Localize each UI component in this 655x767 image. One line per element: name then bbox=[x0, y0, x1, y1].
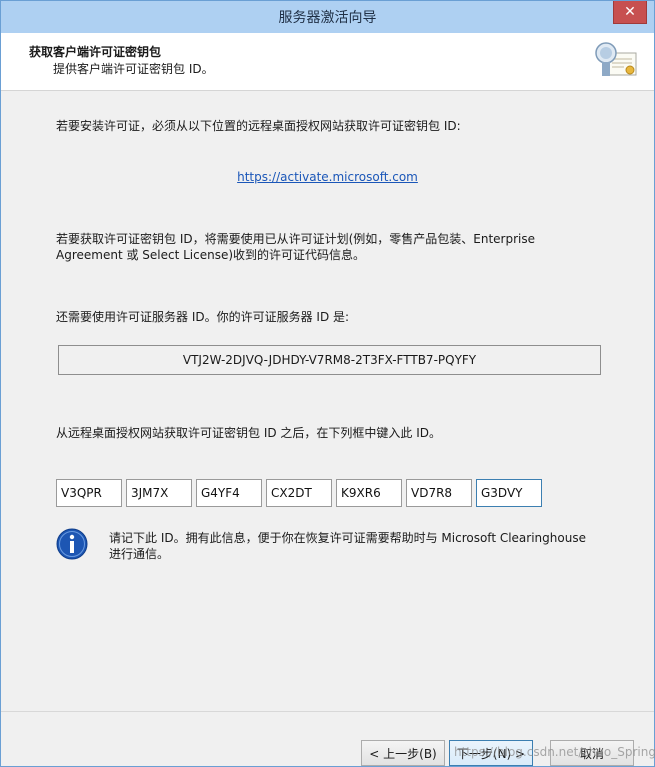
close-button[interactable]: ✕ bbox=[613, 1, 647, 24]
wizard-content: 若要安装许可证，必须从以下位置的远程桌面授权网站获取许可证密钥包 ID: htt… bbox=[1, 91, 654, 711]
wizard-window: 服务器激活向导 ✕ 获取客户端许可证密钥包 提供客户端许可证密钥包 ID。 若要… bbox=[0, 0, 655, 767]
back-button[interactable]: < 上一步(B) bbox=[361, 740, 445, 766]
certificate-icon bbox=[595, 42, 637, 76]
wizard-header: 获取客户端许可证密钥包 提供客户端许可证密钥包 ID。 bbox=[1, 33, 654, 91]
key-pack-id-input-1[interactable] bbox=[56, 479, 122, 507]
info-icon bbox=[56, 528, 88, 560]
server-id-label: 还需要使用许可证服务器 ID。你的许可证服务器 ID 是: bbox=[56, 310, 350, 324]
server-id-field: VTJ2W-2DJVQ-JDHDY-V7RM8-2T3FX-FTTB7-PQYF… bbox=[58, 345, 601, 375]
info-text-line1: 请记下此 ID。拥有此信息，便于你在恢复许可证需要帮助时与 Microsoft … bbox=[109, 531, 586, 545]
page-title: 获取客户端许可证密钥包 bbox=[29, 45, 162, 59]
key-pack-id-input-4[interactable] bbox=[266, 479, 332, 507]
footer-divider bbox=[1, 711, 654, 712]
watermark: https://blog.csdn.net/zhuo_Spring bbox=[454, 745, 655, 759]
key-pack-id-input-5[interactable] bbox=[336, 479, 402, 507]
key-pack-id-input-7[interactable] bbox=[476, 479, 542, 507]
key-pack-id-input-3[interactable] bbox=[196, 479, 262, 507]
program-text-line2: Agreement 或 Select License)收到的许可证代码信息。 bbox=[56, 248, 366, 262]
info-message: 请记下此 ID。拥有此信息，便于你在恢复许可证需要帮助时与 Microsoft … bbox=[109, 530, 609, 562]
window-title: 服务器激活向导 bbox=[278, 10, 377, 26]
key-pack-id-input-2[interactable] bbox=[126, 479, 192, 507]
server-id-value: VTJ2W-2DJVQ-JDHDY-V7RM8-2T3FX-FTTB7-PQYF… bbox=[182, 353, 477, 367]
title-bar[interactable]: 服务器激活向导 ✕ bbox=[1, 1, 654, 33]
program-text-line1: 若要获取许可证密钥包 ID，将需要使用已从许可证计划(例如，零售产品包装、Ent… bbox=[56, 232, 536, 246]
enter-id-label: 从远程桌面授权网站获取许可证密钥包 ID 之后，在下列框中键入此 ID。 bbox=[56, 426, 442, 440]
key-pack-id-input-6[interactable] bbox=[406, 479, 472, 507]
close-icon: ✕ bbox=[624, 4, 636, 20]
intro-text: 若要安装许可证，必须从以下位置的远程桌面授权网站获取许可证密钥包 ID: bbox=[56, 119, 461, 133]
activation-link[interactable]: https://activate.microsoft.com bbox=[1, 170, 654, 184]
page-subtitle: 提供客户端许可证密钥包 ID。 bbox=[53, 62, 214, 76]
info-text-line2: 进行通信。 bbox=[109, 547, 170, 561]
